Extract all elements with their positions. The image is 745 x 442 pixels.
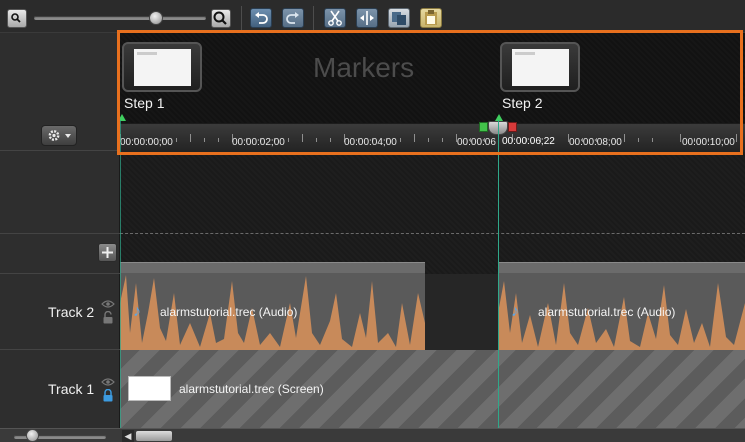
add-track-button[interactable] xyxy=(98,243,117,262)
split-button[interactable] xyxy=(356,8,378,28)
bottom-scroll-bar: ◀ xyxy=(0,428,745,442)
cut-button[interactable] xyxy=(324,8,346,28)
clip-header xyxy=(498,263,745,273)
clip-header xyxy=(120,263,425,273)
unlock-icon[interactable] xyxy=(102,310,114,329)
timeline-start-line xyxy=(120,120,121,428)
redo-icon xyxy=(286,12,299,24)
clip-label: alarmstutorial.trec (Screen) xyxy=(179,382,324,396)
track-drop-guide xyxy=(120,233,745,234)
track-2-name: Track 2 xyxy=(48,304,95,320)
row-divider xyxy=(0,349,120,350)
undo-icon xyxy=(255,12,268,24)
track-1-name: Track 1 xyxy=(48,381,95,397)
split-icon xyxy=(360,11,374,25)
track-header-panel xyxy=(0,33,120,428)
zoom-slider-knob[interactable] xyxy=(149,11,163,25)
plus-icon xyxy=(102,247,113,258)
paste-button[interactable] xyxy=(420,8,442,28)
timeline-settings-button[interactable] xyxy=(41,125,77,146)
track-height-slider-knob[interactable] xyxy=(26,429,39,442)
highlight-annotation xyxy=(117,30,743,155)
undo-button[interactable] xyxy=(250,8,272,28)
audio-note-icon: ♪ xyxy=(511,303,519,320)
empty-track-area xyxy=(120,152,745,274)
playhead-line[interactable] xyxy=(498,120,499,428)
redo-button[interactable] xyxy=(282,8,304,28)
magnifier-small-icon xyxy=(11,13,21,23)
zoom-out-button[interactable] xyxy=(7,9,27,28)
clip-label: alarmstutorial.trec (Audio) xyxy=(538,305,676,319)
copy-icon xyxy=(392,12,406,25)
lock-icon[interactable] xyxy=(102,388,114,407)
zoom-in-button[interactable] xyxy=(211,9,231,28)
gear-icon xyxy=(48,130,71,141)
horizontal-scroll-thumb[interactable] xyxy=(136,431,172,441)
scissors-icon xyxy=(328,10,342,26)
timeline-toolbar xyxy=(0,0,745,33)
row-divider xyxy=(0,233,120,234)
scroll-left-icon[interactable]: ◀ xyxy=(122,430,134,442)
audio-note-icon: ♪ xyxy=(133,303,141,320)
copy-button[interactable] xyxy=(388,8,410,28)
row-divider xyxy=(0,273,120,274)
toolbar-divider xyxy=(241,6,242,30)
row-divider xyxy=(0,150,120,151)
clipboard-icon xyxy=(425,10,437,25)
zoom-slider-track[interactable] xyxy=(34,16,206,20)
magnifier-large-icon xyxy=(213,11,227,25)
toolbar-divider xyxy=(313,6,314,30)
screen-clip-thumbnail xyxy=(128,376,171,401)
clip-label: alarmstutorial.trec (Audio) xyxy=(160,305,298,319)
